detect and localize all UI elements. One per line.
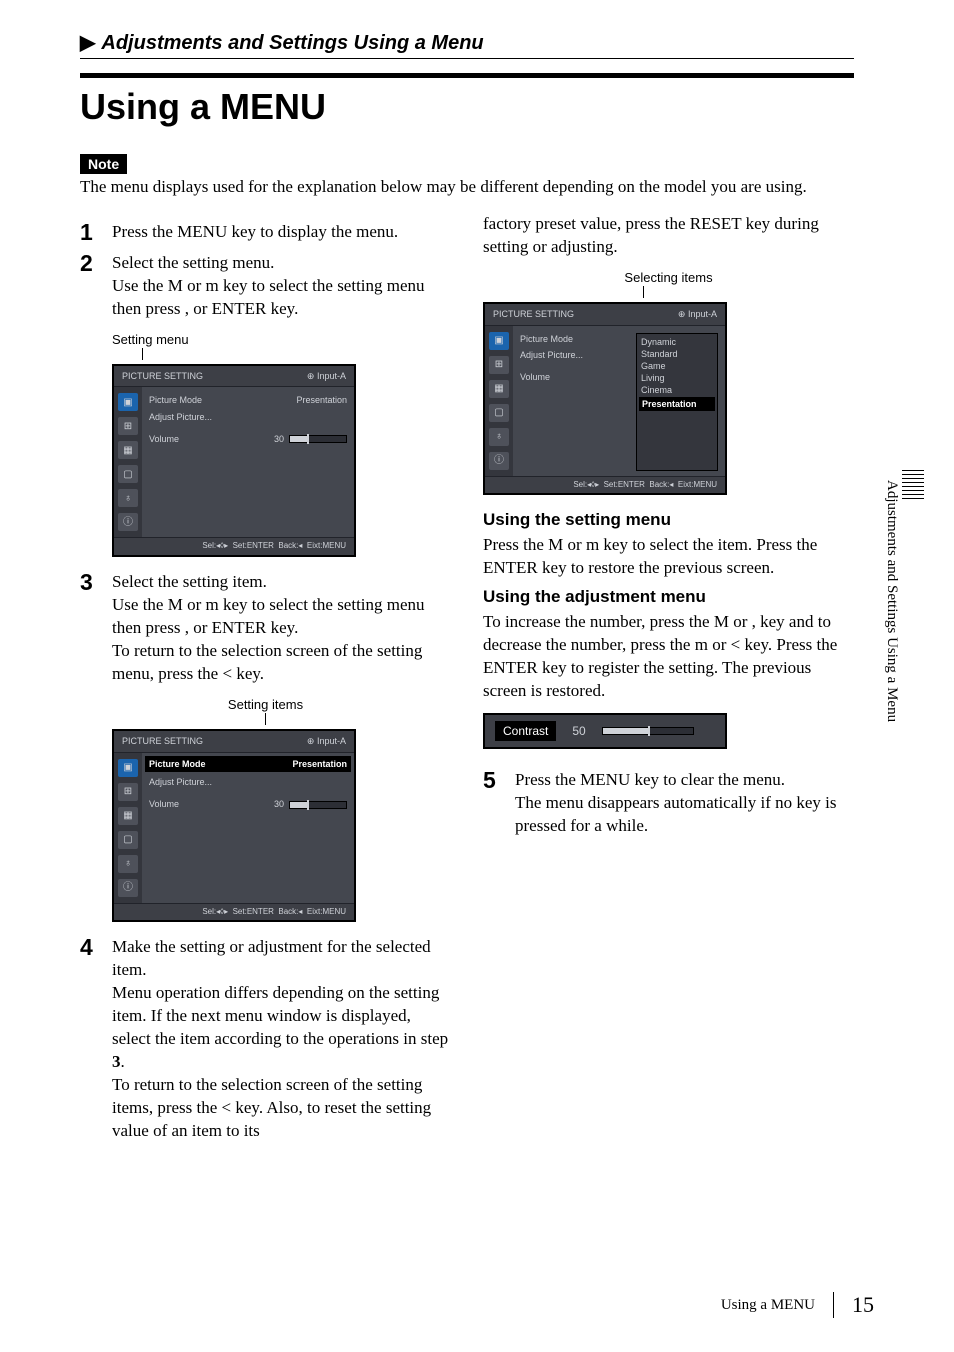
osd-selecting-items: PICTURE SETTING⊕ Input-A ▣ ⊞ ▦ ▢ ♁ ⓘ [483,302,727,495]
step-body: The menu disappears automatically if no … [515,792,854,838]
page-title: Using a MENU [80,86,854,128]
step-number: 2 [80,252,98,321]
step-lead: Select the setting menu. [112,252,451,275]
page-footer: Using a MENU 15 [721,1292,874,1318]
side-tab-label: Adjustments and Settings Using a Menu [883,480,900,722]
title-rule [80,73,854,78]
section-header: ▶Adjustments and Settings Using a Menu [80,30,854,59]
paragraph: To increase the number, press the M or ,… [483,611,854,703]
caption-selecting-items: Selecting items [483,269,854,287]
step-number: 3 [80,571,98,686]
subhead-using-setting-menu: Using the setting menu [483,509,854,532]
tab-icon: ▦ [118,441,138,459]
step-4-continued: factory preset value, press the RESET ke… [483,213,854,259]
caption-setting-items: Setting items [80,696,451,714]
pointer-line [142,348,143,360]
osd-setting-items: PICTURE SETTING⊕ Input-A ▣ ⊞ ▦ ▢ ♁ ⓘ Pic… [112,729,356,922]
tab-icon: ⊞ [118,417,138,435]
tab-icon: ▦ [489,380,509,398]
note-text: The menu displays used for the explanati… [80,176,854,199]
tab-icon: ♁ [489,428,509,446]
step-1: 1 Press the MENU key to display the menu… [80,221,451,244]
thumb-index-lines [902,470,924,502]
tab-icon: ♁ [118,855,138,873]
tab-icon: ▢ [118,831,138,849]
subhead-using-adjustment-menu: Using the adjustment menu [483,586,854,609]
step-lead: Select the setting item. [112,571,451,594]
step-3: 3 Select the setting item. Use the M or … [80,571,451,686]
pointer-line [265,713,266,725]
step-body: To return to the selection screen of the… [112,1074,451,1143]
tab-info-icon: ⓘ [489,452,509,470]
pointer-line [643,286,644,298]
note-badge: Note [80,154,127,174]
tab-icon: ▢ [118,465,138,483]
step-lead: Press the MENU key to clear the menu. [515,769,854,792]
tab-picture-icon: ▣ [118,393,138,411]
tab-picture-icon: ▣ [489,332,509,350]
osd-setting-menu: PICTURE SETTING⊕ Input-A ▣ ⊞ ▦ ▢ ♁ ⓘ Pic… [112,364,356,557]
triangle-right-icon: ▶ [80,30,95,55]
step-body: Use the M or m key to select the setting… [112,275,451,321]
tab-icon: ⊞ [118,783,138,801]
step-number: 4 [80,936,98,1142]
tab-icon: ♁ [118,489,138,507]
tab-picture-icon: ▣ [118,759,138,777]
contrast-value: 50 [572,723,585,739]
footer-title: Using a MENU [721,1297,815,1314]
step-body: Use the M or m key to select the setting… [112,594,451,640]
tab-icon: ⊞ [489,356,509,374]
caption-setting-menu: Setting menu [112,331,451,349]
step-body: Menu operation differs depending on the … [112,982,451,1074]
tab-icon: ▦ [118,807,138,825]
step-lead: Press the MENU key to display the menu. [112,221,451,244]
tab-info-icon: ⓘ [118,879,138,897]
tab-info-icon: ⓘ [118,513,138,531]
dropdown-picture-mode: Dynamic Standard Game Living Cinema Pres… [636,333,718,471]
tab-icon: ▢ [489,404,509,422]
step-lead: Make the setting or adjustment for the s… [112,936,451,982]
step-body: To return to the selection screen of the… [112,640,451,686]
paragraph: Press the M or m key to select the item.… [483,534,854,580]
step-5: 5 Press the MENU key to clear the menu. … [483,769,854,838]
step-4: 4 Make the setting or adjustment for the… [80,936,451,1142]
step-number: 5 [483,769,501,838]
step-number: 1 [80,221,98,244]
step-2: 2 Select the setting menu. Use the M or … [80,252,451,321]
osd-contrast-bar: Contrast 50 [483,713,727,749]
contrast-label: Contrast [495,721,556,741]
page-number: 15 [833,1292,874,1318]
